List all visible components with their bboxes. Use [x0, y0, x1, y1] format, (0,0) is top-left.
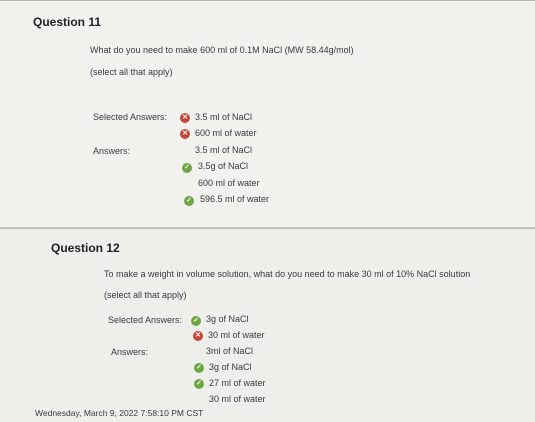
question-11-panel: Question 11 What do you need to make 600… [0, 0, 535, 229]
selected-answers-label: Selected Answers: [93, 112, 168, 122]
incorrect-icon: ✕ [180, 113, 190, 123]
answer-option: 3.5g of NaCl [198, 161, 249, 171]
incorrect-icon: ✕ [180, 129, 190, 139]
question-note: (select all that apply) [104, 290, 187, 300]
answer-option: 3ml of NaCl [206, 346, 254, 356]
selected-answer: 3g of NaCl [206, 314, 249, 324]
selected-answer: 600 ml of water [195, 128, 257, 138]
selected-answer: 30 ml of water [208, 330, 265, 340]
question-note: (select all that apply) [90, 67, 173, 77]
incorrect-icon: ✕ [193, 331, 203, 341]
answer-option: 30 ml of water [209, 394, 266, 404]
correct-icon: ✓ [194, 363, 204, 373]
question-title: Question 11 [33, 15, 102, 29]
answer-option: 600 ml of water [198, 178, 260, 188]
answer-option: 27 ml of water [209, 378, 266, 388]
answers-label: Answers: [111, 347, 149, 357]
correct-icon: ✓ [194, 379, 204, 389]
question-title: Question 12 [51, 241, 120, 255]
answer-option: 3g of NaCl [209, 362, 252, 372]
submission-timestamp: Wednesday, March 9, 2022 7:58:10 PM CST [35, 408, 204, 418]
correct-icon: ✓ [184, 196, 194, 206]
answers-label: Answers: [93, 146, 131, 156]
answer-option: 596.5 ml of water [200, 194, 270, 204]
question-prompt: What do you need to make 600 ml of 0.1M … [90, 45, 354, 55]
selected-answer: 3.5 ml of NaCl [195, 112, 253, 122]
question-prompt: To make a weight in volume solution, wha… [104, 269, 471, 279]
correct-icon: ✓ [191, 316, 201, 326]
question-12-panel: Question 12 To make a weight in volume s… [0, 228, 535, 422]
answer-option: 3.5 ml of NaCl [195, 145, 253, 155]
correct-icon: ✓ [182, 163, 192, 173]
selected-answers-label: Selected Answers: [108, 315, 183, 325]
